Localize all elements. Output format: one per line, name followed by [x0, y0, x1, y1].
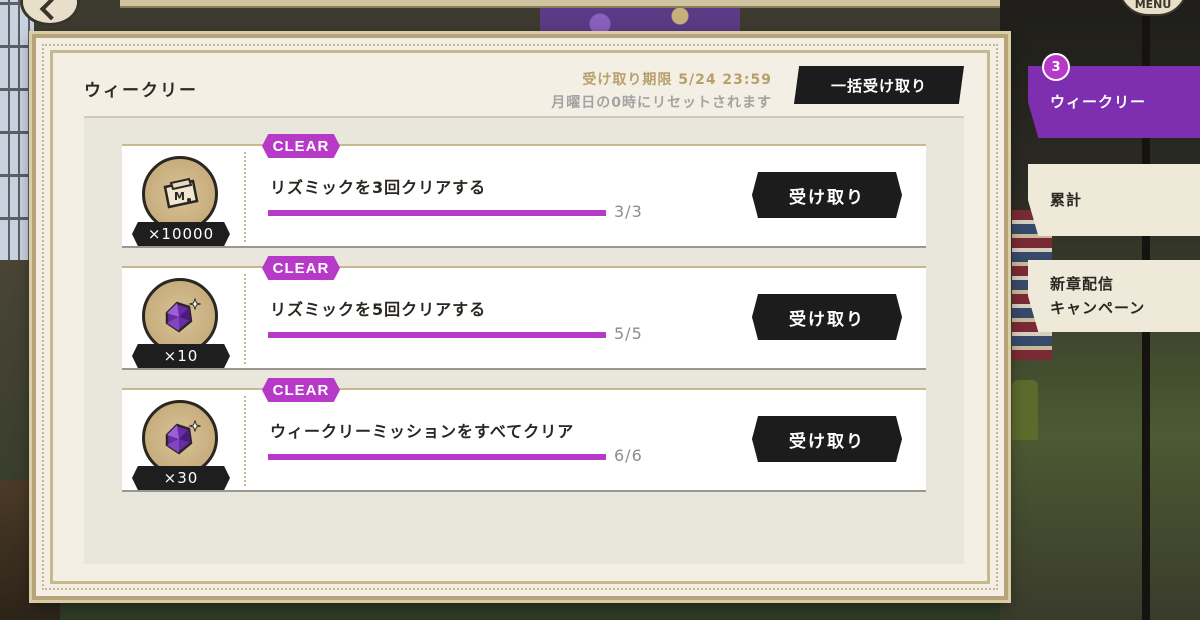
purple-gem-icon — [165, 419, 201, 455]
clear-badge: CLEAR — [262, 134, 340, 158]
progress-fill — [268, 454, 606, 460]
money-ticket-icon: M — [163, 177, 199, 209]
claim-button[interactable]: 受け取り — [752, 294, 902, 340]
tab-weekly-count-badge: 3 — [1042, 53, 1070, 81]
mission-row: CLEAR ×30 ウィークリーミッションをすべてクリア 6/6 受け取り — [122, 378, 926, 492]
mission-title: リズミックを5回クリアする — [270, 300, 487, 319]
mission-title: リズミックを3回クリアする — [270, 178, 487, 197]
mission-list: CLEAR M ×10000 リズミックを3回クリアする 3/3 受け取り CL… — [84, 116, 964, 564]
tab-new-chapter-campaign[interactable]: 新章配信 キャンペーン — [1028, 260, 1200, 332]
reward-icon-frame: M — [142, 156, 218, 232]
reward-icon-frame — [142, 400, 218, 476]
deadline-info: 受け取り期限 5/24 23:59 月曜日の0時にリセットされます — [551, 69, 772, 115]
progress-bar — [268, 332, 606, 338]
top-header-strip — [120, 0, 1080, 8]
claim-button[interactable]: 受け取り — [752, 416, 902, 462]
reward-icon-frame — [142, 278, 218, 354]
claim-button[interactable]: 受け取り — [752, 172, 902, 218]
reward-quantity: ×10 — [132, 344, 230, 368]
reset-note: 月曜日の0時にリセットされます — [551, 95, 772, 111]
mission-row: CLEAR ×10 リズミックを5回クリアする 5/5 受け取り — [122, 256, 926, 370]
mission-row: CLEAR M ×10000 リズミックを3回クリアする 3/3 受け取り — [122, 134, 926, 248]
tab-campaign-label: 新章配信 キャンペーン — [1050, 272, 1145, 320]
tab-cumulative-label: 累計 — [1050, 191, 1083, 209]
purple-gem-icon — [165, 297, 201, 333]
clear-badge: CLEAR — [262, 378, 340, 402]
bulk-claim-button[interactable]: 一括受け取り — [794, 66, 964, 104]
tab-cumulative[interactable]: 累計 — [1028, 164, 1200, 236]
svg-text:M: M — [174, 190, 185, 203]
clear-badge: CLEAR — [262, 256, 340, 280]
mission-title: ウィークリーミッションをすべてクリア — [270, 422, 575, 441]
claim-deadline: 受け取り期限 5/24 23:59 — [582, 72, 772, 88]
progress-count: 6/6 — [614, 446, 643, 465]
tab-campaign-label-line1: 新章配信 — [1050, 275, 1115, 293]
tab-campaign-label-line2: キャンペーン — [1050, 299, 1146, 317]
progress-fill — [268, 210, 606, 216]
mission-panel: ウィークリー 受け取り期限 5/24 23:59 月曜日の0時にリセットされます… — [32, 34, 1008, 600]
reward-quantity: ×10000 — [132, 222, 230, 246]
row-divider — [244, 274, 246, 364]
room-window — [0, 0, 34, 260]
progress-count: 5/5 — [614, 324, 643, 343]
reward-quantity: ×30 — [132, 466, 230, 490]
progress-count: 3/3 — [614, 202, 643, 221]
progress-bar — [268, 210, 606, 216]
row-divider — [244, 152, 246, 242]
panel-title: ウィークリー — [84, 81, 198, 101]
progress-fill — [268, 332, 606, 338]
progress-bar — [268, 454, 606, 460]
lamp — [1012, 380, 1038, 440]
row-divider — [244, 396, 246, 486]
tab-weekly-label: ウィークリー — [1050, 93, 1147, 111]
